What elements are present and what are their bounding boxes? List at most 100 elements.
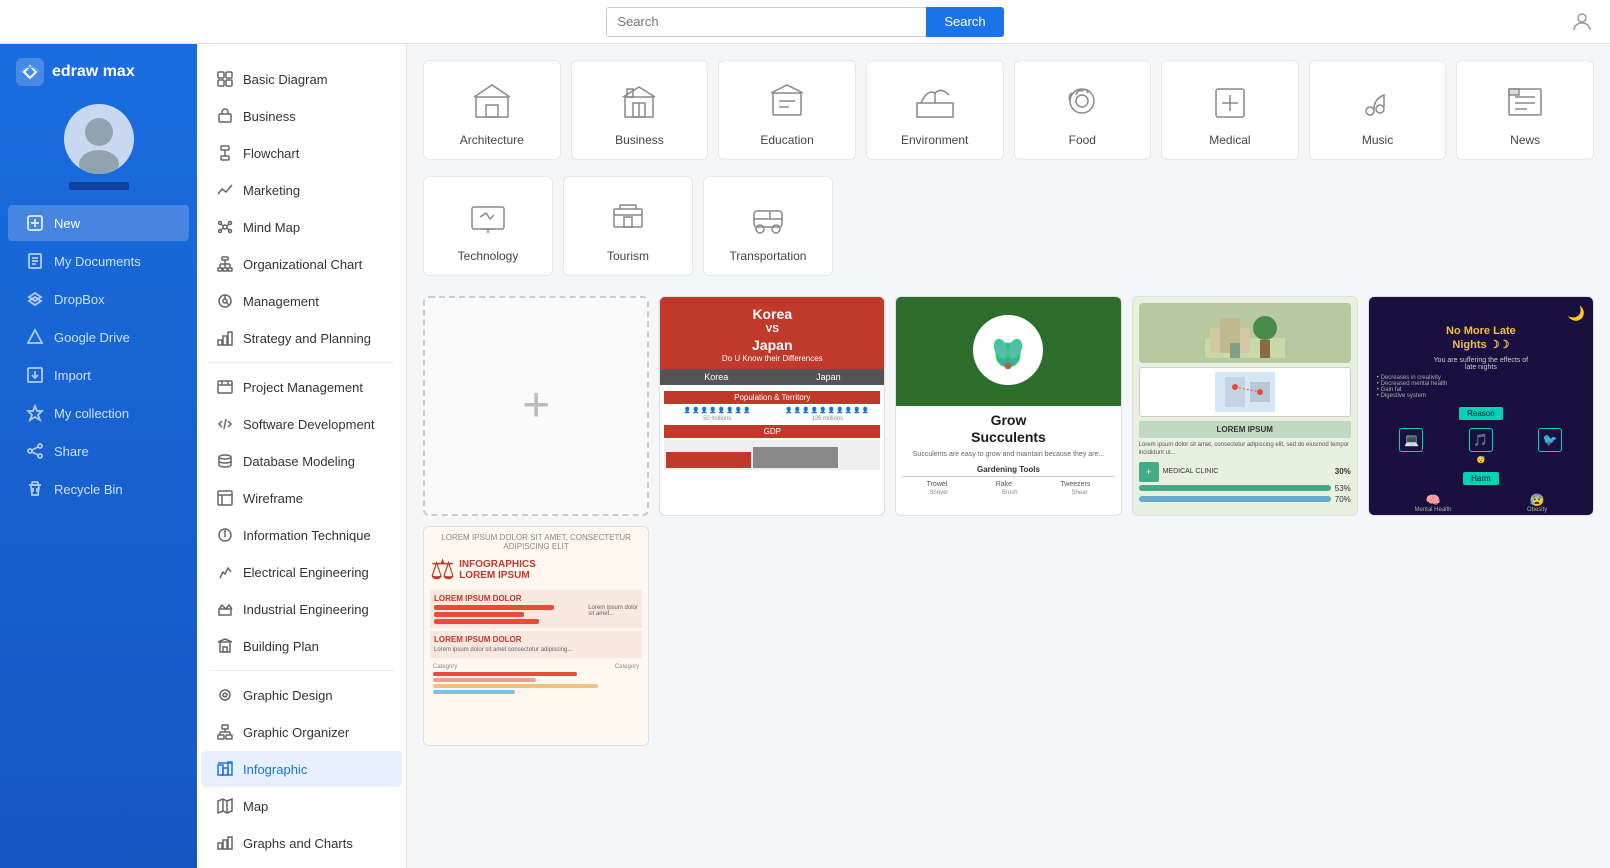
med-icon xyxy=(1206,77,1254,125)
category-news-label: News xyxy=(1510,133,1540,147)
mid-nav-electrical-label: Electrical Engineering xyxy=(243,565,369,580)
industrial-icon xyxy=(217,601,233,617)
search-wrap: Search xyxy=(606,7,1003,37)
edu-icon xyxy=(763,77,811,125)
category-transportation[interactable]: Transportation xyxy=(703,176,833,276)
charts-icon xyxy=(217,835,233,851)
new-icon xyxy=(26,214,44,232)
mid-nav-map[interactable]: Map xyxy=(201,788,402,824)
user-icon[interactable] xyxy=(1570,10,1594,34)
mid-nav-flowchart[interactable]: Flowchart xyxy=(201,135,402,171)
sidebar-item-recycle-bin[interactable]: Recycle Bin xyxy=(8,471,189,507)
mid-nav-building[interactable]: Building Plan xyxy=(201,628,402,664)
mid-nav-industrial[interactable]: Industrial Engineering xyxy=(201,591,402,627)
basic-diagram-icon xyxy=(217,71,233,87)
travel-card[interactable]: LOREM IPSUM Lorem ipsum dolor sit amet, … xyxy=(1132,296,1358,516)
graphic-organizer-icon xyxy=(217,724,233,740)
drive-icon xyxy=(26,328,44,346)
search-button[interactable]: Search xyxy=(926,7,1003,37)
arch-icon xyxy=(468,77,516,125)
mid-nav-mind-map[interactable]: Mind Map xyxy=(201,209,402,245)
mid-nav: Basic Diagram Business Flowchart Marketi… xyxy=(197,44,407,868)
succulents-icon xyxy=(983,325,1033,375)
mid-nav-graphs-label: Graphs and Charts xyxy=(243,836,353,851)
mid-nav-org-chart[interactable]: Organizational Chart xyxy=(201,246,402,282)
sidebar-item-google-drive[interactable]: Google Drive xyxy=(8,319,189,355)
tech-icon xyxy=(464,193,512,241)
mid-nav-graphic-design[interactable]: Graphic Design xyxy=(201,677,402,713)
nav-divider-1 xyxy=(209,362,394,363)
sidebar-item-my-collection[interactable]: My collection xyxy=(8,395,189,431)
mid-nav-database-label: Database Modeling xyxy=(243,454,355,469)
infographic-lorem-card[interactable]: LOREM IPSUM DOLOR SIT AMET, CONSECTETUR … xyxy=(423,526,649,746)
succulents-card[interactable]: GrowSucculents Succulents are easy to gr… xyxy=(895,296,1121,516)
sidebar-item-dropbox-label: DropBox xyxy=(54,292,105,307)
nav-divider-2 xyxy=(209,670,394,671)
category-music[interactable]: Music xyxy=(1309,60,1447,160)
map-preview-icon xyxy=(1215,372,1275,412)
search-input[interactable] xyxy=(606,7,926,37)
mid-nav-project-label: Project Management xyxy=(243,380,363,395)
building-icon xyxy=(217,638,233,654)
sidebar-item-share[interactable]: Share xyxy=(8,433,189,469)
brand-logo xyxy=(16,58,44,86)
electrical-icon xyxy=(217,564,233,580)
mid-nav-infographic[interactable]: Infographic xyxy=(201,751,402,787)
mid-nav-electrical[interactable]: Electrical Engineering xyxy=(201,554,402,590)
mid-nav-project-mgmt[interactable]: Project Management xyxy=(201,369,402,405)
category-technology[interactable]: Technology xyxy=(423,176,553,276)
sidebar-item-my-documents[interactable]: My Documents xyxy=(8,243,189,279)
mid-nav-graphs-charts[interactable]: Graphs and Charts xyxy=(201,825,402,861)
travel-scene-icon xyxy=(1205,308,1285,358)
sidebar-item-new-label: New xyxy=(54,216,80,231)
flowchart-icon xyxy=(217,145,233,161)
mid-nav-management[interactable]: Management xyxy=(201,283,402,319)
transport-icon xyxy=(744,193,792,241)
mid-nav-strategy[interactable]: Strategy and Planning xyxy=(201,320,402,356)
category-architecture[interactable]: Architecture xyxy=(423,60,561,160)
mid-nav-software-dev[interactable]: Software Development xyxy=(201,406,402,442)
mid-nav-management-label: Management xyxy=(243,294,319,309)
wireframe-icon xyxy=(217,490,233,506)
sidebar-item-new[interactable]: New xyxy=(8,205,189,241)
template-grid-row2: LOREM IPSUM DOLOR SIT AMET, CONSECTETUR … xyxy=(423,526,1594,746)
category-environment[interactable]: Environment xyxy=(866,60,1004,160)
mid-nav-basic-diagram[interactable]: Basic Diagram xyxy=(201,61,402,97)
category-tourism[interactable]: Tourism xyxy=(563,176,693,276)
food-icon xyxy=(1058,77,1106,125)
orgchart-icon xyxy=(217,256,233,272)
new-template-card[interactable]: + xyxy=(423,296,649,516)
tourism-icon xyxy=(604,193,652,241)
category-row-2: Technology Tourism Transportation xyxy=(423,176,1594,276)
documents-icon xyxy=(26,252,44,270)
mid-nav-database[interactable]: Database Modeling xyxy=(201,443,402,479)
mid-nav-marketing-label: Marketing xyxy=(243,183,300,198)
management-icon xyxy=(217,293,233,309)
mid-nav-marketing[interactable]: Marketing xyxy=(201,172,402,208)
late-nights-card[interactable]: 🌙 No More LateNights ☽☽ You are sufferin… xyxy=(1368,296,1594,516)
mid-nav-info-tech-label: Information Technique xyxy=(243,528,371,543)
project-icon xyxy=(217,379,233,395)
mid-nav-info-tech[interactable]: Information Technique xyxy=(201,517,402,553)
mid-nav-building-label: Building Plan xyxy=(243,639,319,654)
topbar: Search xyxy=(0,0,1610,44)
category-music-label: Music xyxy=(1362,133,1393,147)
category-food[interactable]: Food xyxy=(1014,60,1152,160)
recycle-icon xyxy=(26,480,44,498)
korea-japan-card[interactable]: Korea VS Japan Do U Know their Differenc… xyxy=(659,296,885,516)
sidebar-item-dropbox[interactable]: DropBox xyxy=(8,281,189,317)
avatar-wrap xyxy=(0,96,197,204)
category-news[interactable]: News xyxy=(1456,60,1594,160)
mid-nav-wireframe[interactable]: Wireframe xyxy=(201,480,402,516)
mid-nav-infographic-label: Infographic xyxy=(243,762,307,777)
category-medical[interactable]: Medical xyxy=(1161,60,1299,160)
graphic-design-icon xyxy=(217,687,233,703)
sidebar-item-import[interactable]: Import xyxy=(8,357,189,393)
mid-nav-graphic-organizer[interactable]: Graphic Organizer xyxy=(201,714,402,750)
infographic-icon xyxy=(217,761,233,777)
category-business[interactable]: Business xyxy=(571,60,709,160)
category-education[interactable]: Education xyxy=(718,60,856,160)
mid-nav-business[interactable]: Business xyxy=(201,98,402,134)
category-tourism-label: Tourism xyxy=(607,249,649,263)
mid-nav-business-label: Business xyxy=(243,109,296,124)
